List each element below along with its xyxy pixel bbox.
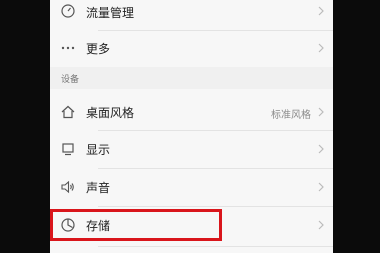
display-icon: [60, 141, 76, 157]
settings-item-label: 显示: [86, 143, 111, 157]
chevron-right-icon: [318, 182, 324, 192]
divider: [98, 206, 333, 207]
settings-item-display[interactable]: 显示: [50, 133, 333, 167]
settings-item-label: 声音: [86, 181, 111, 195]
settings-item-traffic[interactable]: 流量管理: [50, 0, 333, 30]
settings-item-more[interactable]: 更多: [50, 31, 333, 65]
settings-item-desktop-style[interactable]: 桌面风格 标准风格: [50, 96, 333, 130]
divider: [98, 130, 333, 131]
chevron-right-icon: [318, 220, 324, 230]
home-icon: [60, 104, 76, 120]
settings-item-label: 桌面风格: [86, 106, 135, 120]
section-header-device: 设备: [50, 67, 333, 89]
settings-item-sound[interactable]: 声音: [50, 171, 333, 205]
settings-item-label: 更多: [86, 42, 111, 56]
section-title: 设备: [61, 75, 80, 85]
speaker-icon: [60, 179, 76, 195]
traffic-gauge-icon: [60, 3, 76, 19]
chevron-right-icon: [318, 43, 324, 53]
chevron-right-icon: [318, 144, 324, 154]
settings-item-value: 标准风格: [271, 110, 311, 121]
settings-item-label: 流量管理: [86, 6, 135, 20]
chevron-right-icon: [318, 107, 324, 117]
chevron-right-icon: [318, 6, 324, 16]
divider: [98, 168, 333, 169]
storage-highlight-box: [50, 209, 222, 241]
more-dots-icon: [60, 40, 76, 56]
divider: [98, 246, 333, 247]
